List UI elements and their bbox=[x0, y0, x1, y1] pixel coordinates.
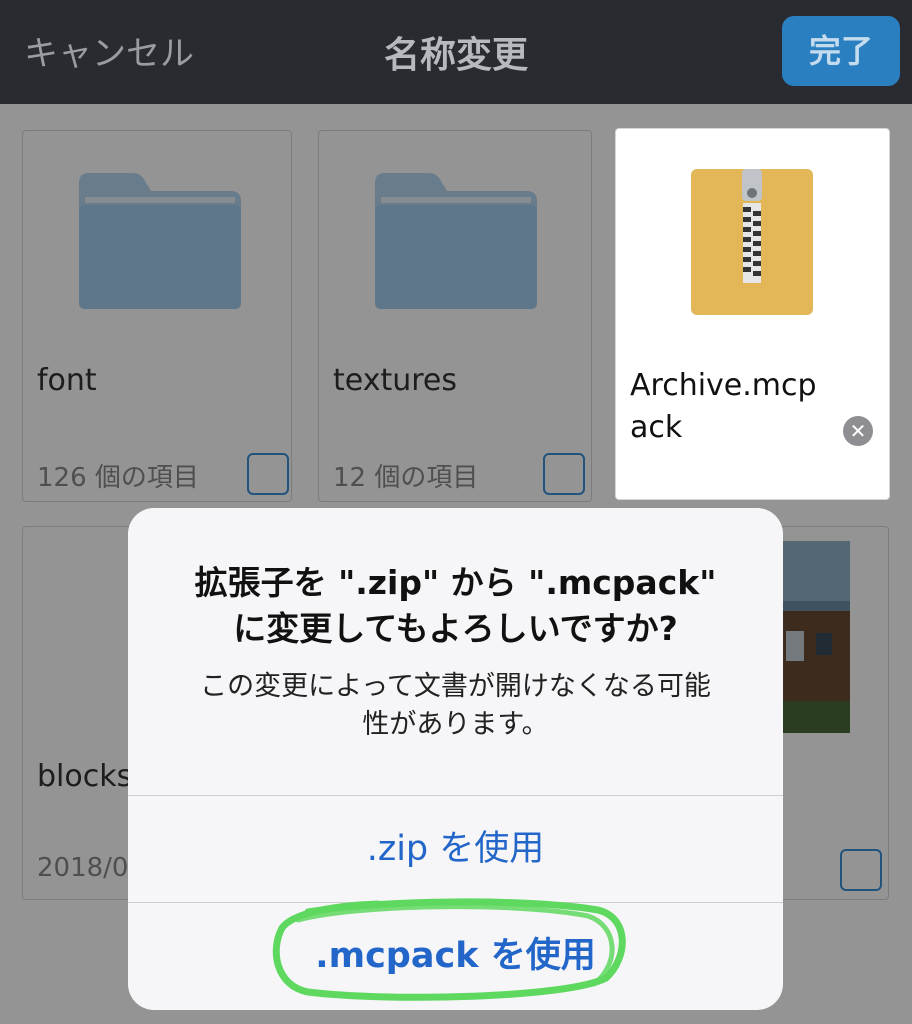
use-mcpack-button[interactable]: .mcpack を使用 bbox=[128, 902, 783, 1010]
alert-title-line: に変更してもよろしいですか? bbox=[233, 609, 678, 648]
alert-message-line: 性があります。 bbox=[362, 709, 549, 740]
alert-message: この変更によって文書が開けなくなる可能 性があります。 bbox=[158, 668, 753, 744]
filename-line: ack bbox=[630, 410, 683, 445]
confirm-extension-alert: 拡張子を ".zip" から ".mcpack" に変更してもよろしいですか? … bbox=[128, 508, 783, 1010]
page-title: 名称変更 bbox=[383, 35, 528, 76]
filename-line: Archive.mcp bbox=[630, 368, 817, 403]
alert-message-line: この変更によって文書が開けなくなる可能 bbox=[200, 671, 711, 702]
clear-text-icon[interactable]: ✕ bbox=[843, 416, 873, 446]
filename-edit-field[interactable]: Archive.mcp ack bbox=[630, 365, 817, 449]
alert-title: 拡張子を ".zip" から ".mcpack" に変更してもよろしいですか? bbox=[158, 560, 753, 652]
file-tile-archive[interactable]: Archive.mcp ack ✕ bbox=[615, 128, 890, 500]
zip-archive-icon bbox=[691, 169, 813, 315]
nav-bar: キャンセル 名称変更 完了 bbox=[0, 0, 912, 104]
done-button[interactable]: 完了 bbox=[782, 16, 900, 86]
use-zip-button[interactable]: .zip を使用 bbox=[128, 795, 783, 903]
alert-title-line: 拡張子を ".zip" から ".mcpack" bbox=[194, 563, 717, 602]
